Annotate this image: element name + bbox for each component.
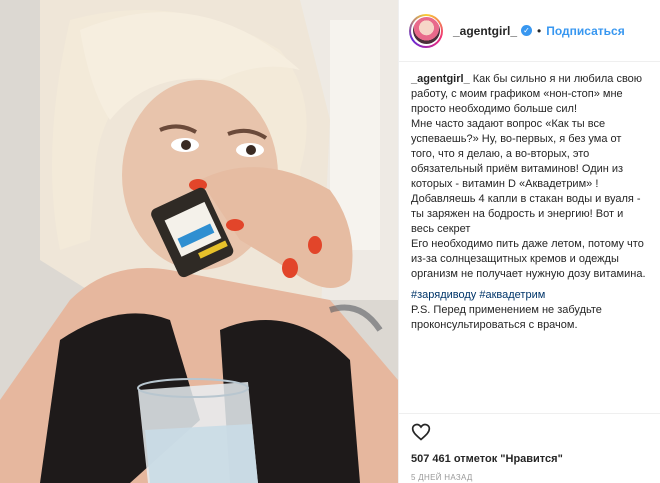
hashtags-link[interactable]: #зарядиводу #аквадетрим xyxy=(411,288,648,303)
caption-paragraph-3: Его необходимо пить даже летом, потому ч… xyxy=(411,237,648,282)
username-link[interactable]: _agentgirl_ xyxy=(453,24,517,38)
verified-badge-icon: ✓ xyxy=(521,25,533,36)
follow-button[interactable]: Подписаться xyxy=(546,24,624,38)
caption-paragraph-1: _agentgirl_ Как бы сильно я ни любила св… xyxy=(411,72,648,117)
post-actions: 507 461 отметок "Нравится" 5 ДНЕЙ НАЗАД xyxy=(399,413,660,483)
caption-area: _agentgirl_ Как бы сильно я ни любила св… xyxy=(399,62,660,413)
avatar[interactable] xyxy=(409,13,443,48)
avatar-image xyxy=(412,17,440,44)
caption-username-link[interactable]: _agentgirl_ xyxy=(411,73,470,85)
photo-image xyxy=(0,0,398,483)
likes-count[interactable]: 507 461 отметок "Нравится" xyxy=(411,453,648,465)
avatar-ring xyxy=(411,15,441,46)
post-timestamp[interactable]: 5 ДНЕЙ НАЗАД xyxy=(411,473,648,482)
instagram-post: _agentgirl_ ✓ • Подписаться _agentgirl_ … xyxy=(0,0,660,483)
post-photo[interactable] xyxy=(0,0,398,483)
caption-text-3: Его необходимо пить даже летом, потому ч… xyxy=(411,238,646,280)
separator-dot: • xyxy=(537,23,542,38)
caption-text-2: Мне часто задают вопрос «Как ты все успе… xyxy=(411,118,641,235)
post-sidebar: _agentgirl_ ✓ • Подписаться _agentgirl_ … xyxy=(398,0,660,483)
heart-icon[interactable] xyxy=(411,422,431,442)
caption: _agentgirl_ Как бы сильно я ни любила св… xyxy=(411,72,648,282)
ps-text: P.S. Перед применением не забудьте проко… xyxy=(411,304,602,331)
post-header: _agentgirl_ ✓ • Подписаться xyxy=(399,0,660,62)
caption-paragraph-2: Мне часто задают вопрос «Как ты все успе… xyxy=(411,117,648,237)
